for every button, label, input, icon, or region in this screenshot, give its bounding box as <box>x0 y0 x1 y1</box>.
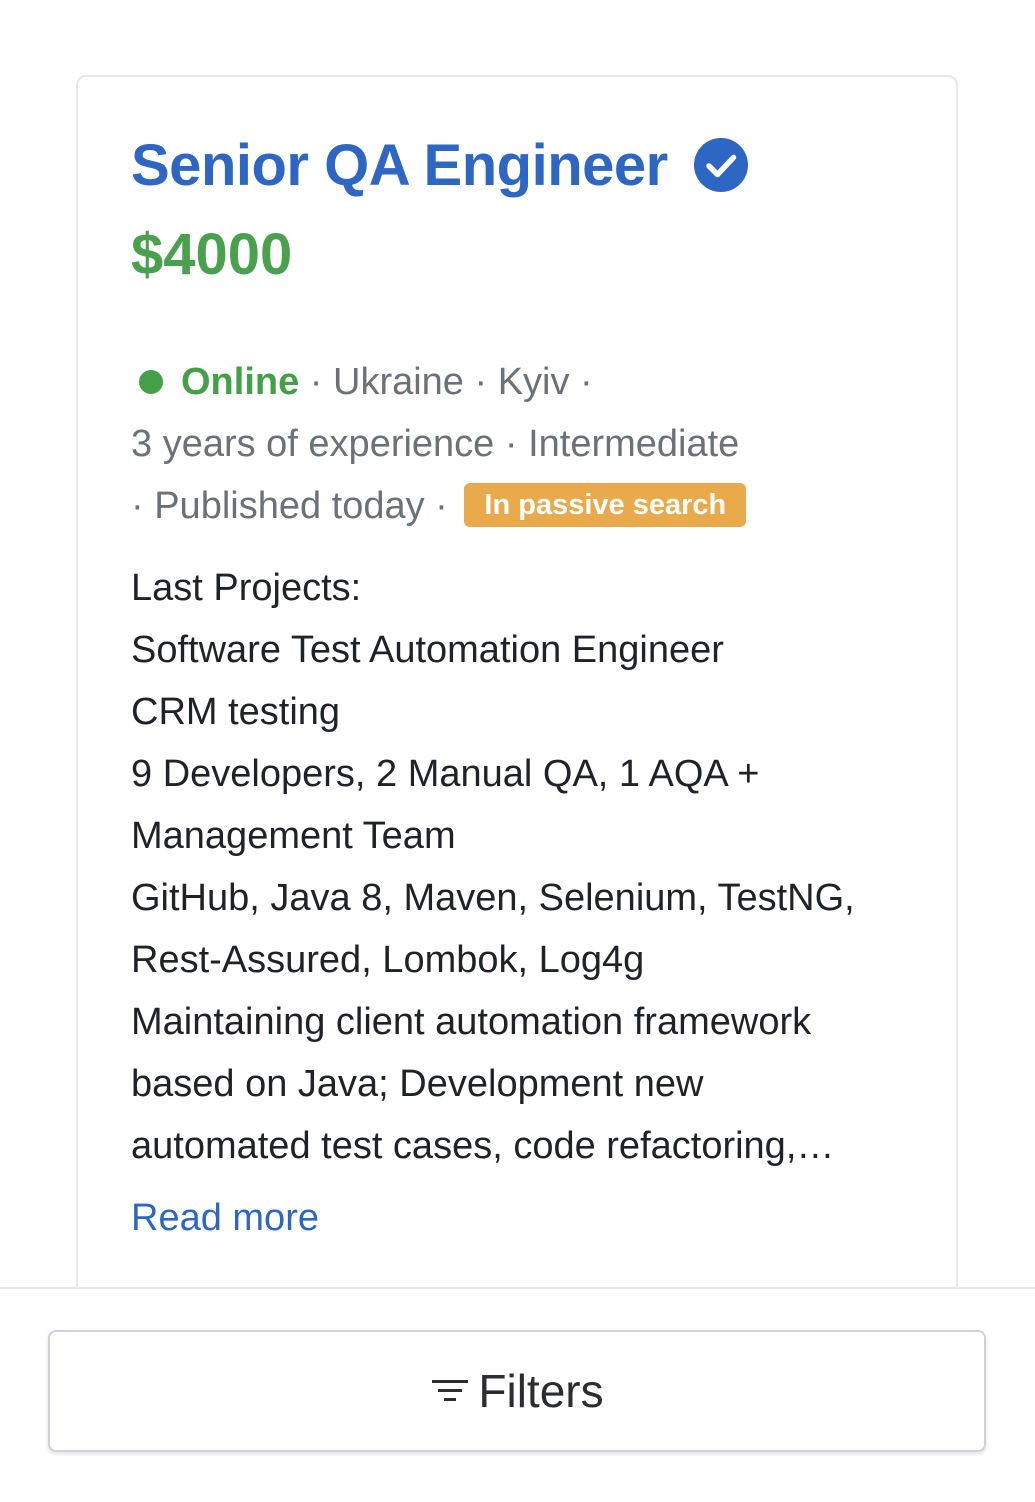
location: · Ukraine · Kyiv · <box>299 361 593 403</box>
filter-icon <box>430 1376 470 1406</box>
description-line: automated test cases, code refactoring,… <box>131 1125 835 1167</box>
description-line: Last Projects: <box>131 567 362 609</box>
title-row: Senior QA Engineer <box>131 129 931 201</box>
job-title-link[interactable]: Senior QA Engineer <box>131 132 668 199</box>
experience: 3 years of experience · Intermediate <box>131 423 740 465</box>
filters-button[interactable]: Filters <box>48 1330 986 1452</box>
meta-line-1: Online · Ukraine · Kyiv · <box>131 351 931 413</box>
description-line: Maintaining client automation framework <box>131 1001 812 1043</box>
online-status: Online <box>181 361 300 403</box>
meta-line-3: · Published today · In passive search <box>131 475 931 537</box>
description-line: Management Team <box>131 815 456 857</box>
description-line: Software Test Automation Engineer <box>131 629 724 671</box>
description-line: based on Java; Development new <box>131 1063 704 1105</box>
description-line: CRM testing <box>131 691 341 733</box>
candidate-card: Senior QA Engineer $4000 Online · Ukrain… <box>76 75 958 1335</box>
filters-label: Filters <box>478 1365 604 1417</box>
description-line: 9 Developers, 2 Manual QA, 1 AQA + <box>131 753 760 795</box>
description-line: Rest-Assured, Lombok, Log4g <box>131 939 645 981</box>
salary: $4000 <box>131 222 293 287</box>
card-content: Senior QA Engineer $4000 Online · Ukrain… <box>131 129 931 1249</box>
passive-search-badge: In passive search <box>464 483 747 527</box>
published-date: · Published today · <box>131 485 459 527</box>
online-status-dot-icon <box>139 369 163 394</box>
description-line: GitHub, Java 8, Maven, Selenium, TestNG, <box>131 877 855 919</box>
read-more-link[interactable]: Read more <box>131 1187 319 1249</box>
bottom-bar: Filters <box>0 1287 1035 1502</box>
candidate-meta: Online · Ukraine · Kyiv · 3 years of exp… <box>131 351 931 537</box>
check-circle-icon <box>693 138 748 192</box>
project-description: Last Projects: Software Test Automation … <box>131 557 931 1177</box>
